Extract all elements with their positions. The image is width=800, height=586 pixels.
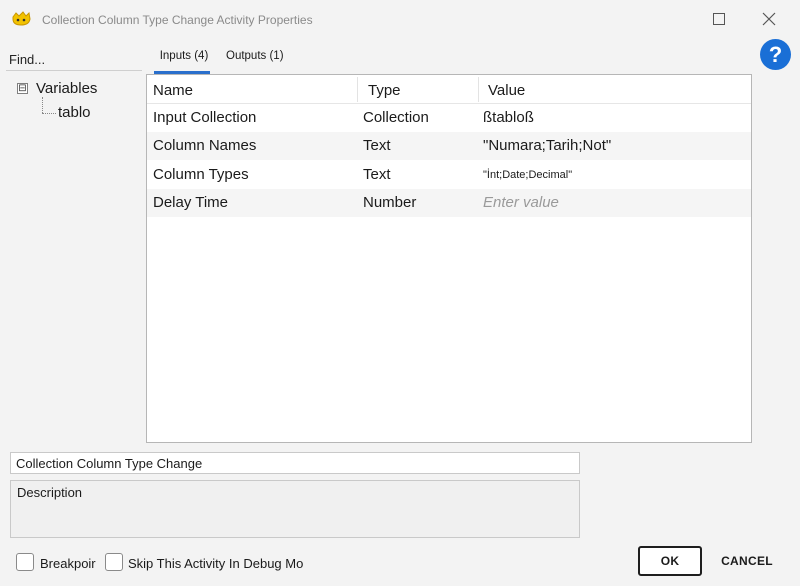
table-row[interactable]: Column Names Text "Numara;Tarih;Not" <box>147 132 751 160</box>
column-divider[interactable] <box>357 77 358 102</box>
title-bar: Collection Column Type Change Activity P… <box>0 0 800 38</box>
maximize-button[interactable] <box>708 8 730 30</box>
variables-tree: ⊟ Variables tablo <box>14 79 142 439</box>
column-header-value[interactable]: Value <box>488 82 525 99</box>
row-value[interactable]: ßtabloß <box>483 109 534 126</box>
row-value-input[interactable]: Enter value <box>483 194 559 211</box>
breakpoint-label: Breakpoir <box>40 556 96 571</box>
row-name: Column Types <box>153 166 249 183</box>
ok-button[interactable]: OK <box>638 546 702 576</box>
table-row[interactable]: Input Collection Collection ßtabloß <box>147 104 751 132</box>
tab-outputs[interactable]: Outputs (1) <box>226 44 292 74</box>
row-name: Delay Time <box>153 194 229 211</box>
tree-item-tablo[interactable]: tablo <box>58 104 91 121</box>
column-divider[interactable] <box>478 77 479 102</box>
properties-grid: Name Type Value Input Collection Collect… <box>146 74 752 443</box>
app-duck-icon <box>10 11 32 27</box>
row-name: Column Names <box>153 137 257 154</box>
activity-name-input[interactable] <box>10 452 580 474</box>
column-header-name[interactable]: Name <box>153 82 193 99</box>
tree-item-variables[interactable]: Variables <box>36 80 97 97</box>
close-button[interactable] <box>758 8 780 30</box>
find-divider <box>6 70 142 71</box>
tree-connector <box>42 97 43 113</box>
row-name: Input Collection <box>153 109 257 126</box>
help-icon[interactable]: ? <box>760 39 791 70</box>
tab-inputs[interactable]: Inputs (4) <box>154 44 214 74</box>
row-type: Number <box>363 194 417 211</box>
grid-header: Name Type Value <box>147 75 751 104</box>
skip-debug-label: Skip This Activity In Debug Mo <box>128 556 304 571</box>
breakpoint-checkbox[interactable] <box>16 553 34 571</box>
description-field[interactable]: Description <box>10 480 580 538</box>
tree-connector <box>42 113 56 114</box>
cancel-button[interactable]: CANCEL <box>710 546 784 576</box>
tab-outputs-label: Outputs (1) <box>226 50 284 62</box>
table-row[interactable]: Column Types Text "İnt;Date;Decimal" <box>147 161 751 189</box>
find-label[interactable]: Find... <box>9 52 45 67</box>
window-title: Collection Column Type Change Activity P… <box>42 13 313 27</box>
description-placeholder: Description <box>17 485 83 500</box>
row-type: Collection <box>363 109 429 126</box>
row-value[interactable]: "Numara;Tarih;Not" <box>483 137 611 154</box>
close-icon <box>762 12 776 26</box>
column-header-type[interactable]: Type <box>368 82 401 99</box>
row-type: Text <box>363 137 391 154</box>
row-value[interactable]: "İnt;Date;Decimal" <box>483 169 572 181</box>
tree-collapse-icon[interactable]: ⊟ <box>17 83 28 94</box>
table-row[interactable]: Delay Time Number Enter value <box>147 189 751 217</box>
row-type: Text <box>363 166 391 183</box>
maximize-icon <box>713 13 725 25</box>
tab-inputs-label: Inputs (4) <box>159 50 209 62</box>
skip-debug-checkbox[interactable] <box>105 553 123 571</box>
